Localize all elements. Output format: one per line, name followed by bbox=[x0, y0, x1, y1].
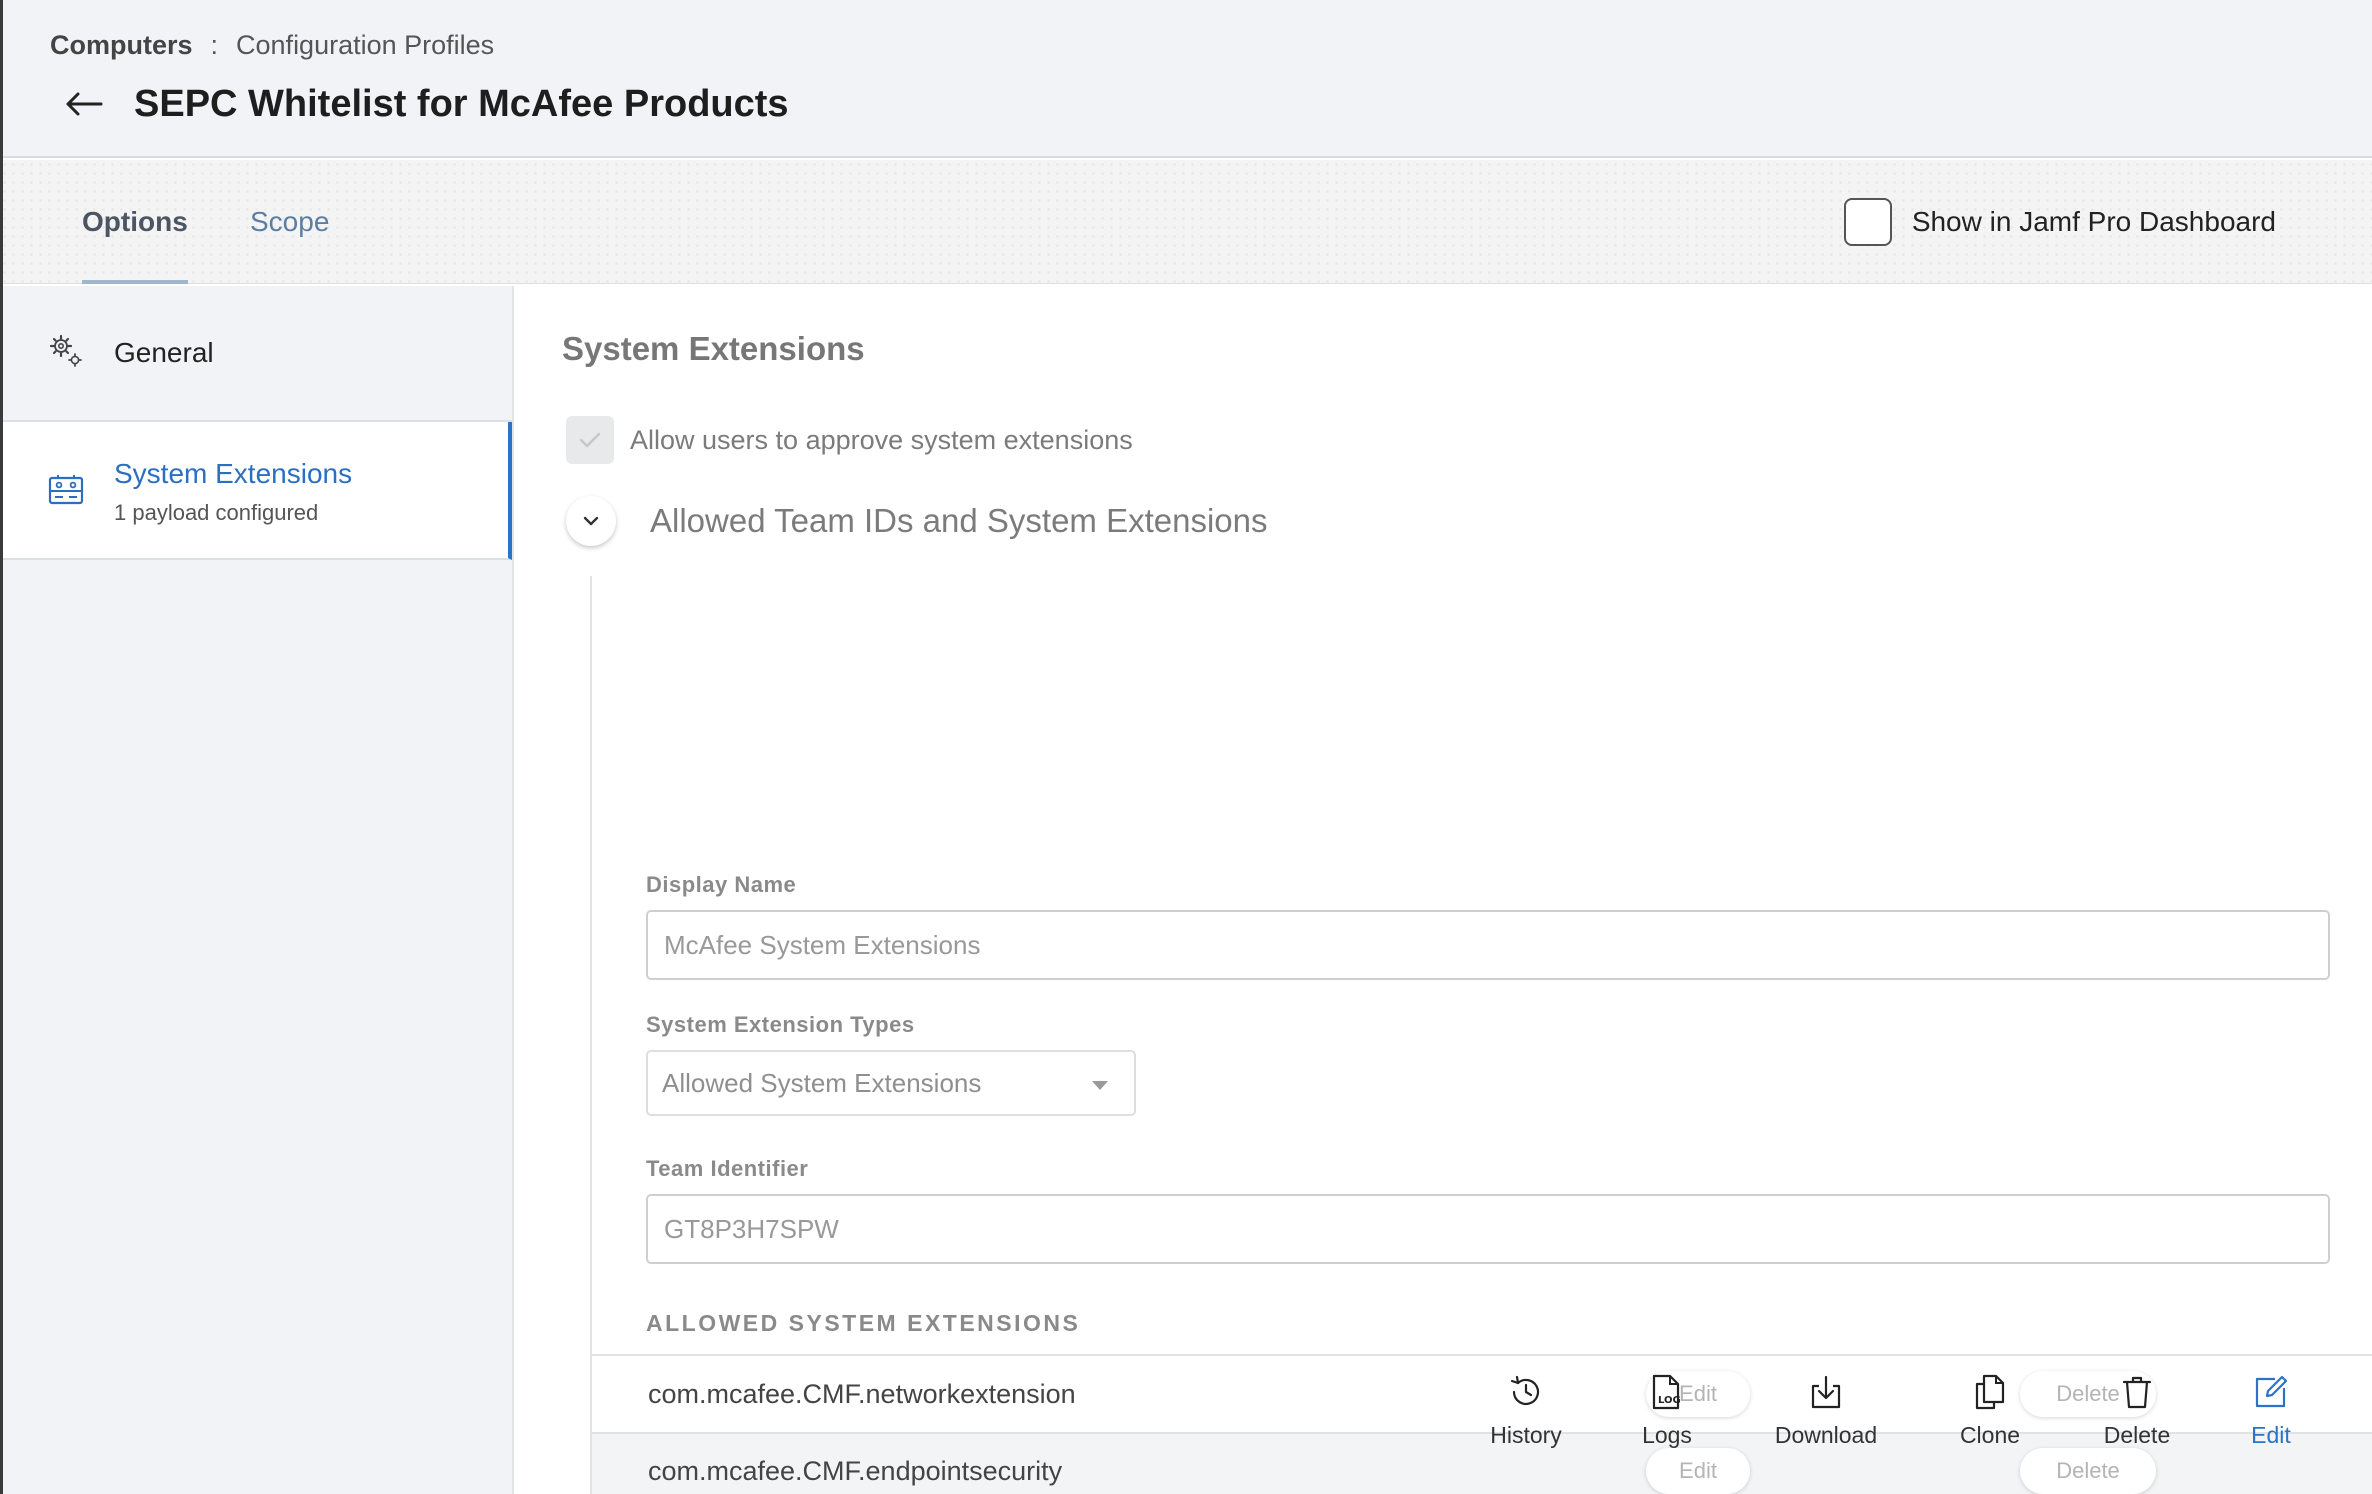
clone-icon bbox=[1972, 1370, 2008, 1414]
payload-sidebar: General System Extensions 1 payload conf… bbox=[0, 286, 514, 1494]
trash-icon bbox=[2121, 1370, 2153, 1414]
section-title: System Extensions bbox=[562, 330, 865, 367]
edit-button[interactable]: Edit bbox=[2250, 1370, 2292, 1449]
tab-scope[interactable]: Scope bbox=[250, 160, 329, 284]
download-label: Download bbox=[1774, 1422, 1878, 1448]
allowed-team-ids-title: Allowed Team IDs and System Extensions bbox=[650, 502, 1268, 539]
display-name-input[interactable]: McAfee System Extensions bbox=[646, 910, 2330, 980]
delete-button[interactable]: Delete bbox=[2101, 1370, 2173, 1449]
sidebar-item-general-label: General bbox=[114, 337, 214, 368]
tab-options[interactable]: Options bbox=[82, 160, 188, 284]
sidebar-item-system-extensions-texts: System Extensions 1 payload configured bbox=[114, 458, 352, 526]
active-tab-underline bbox=[82, 280, 188, 284]
chevron-down-icon bbox=[583, 516, 599, 526]
page-title: SEPC Whitelist for McAfee Products bbox=[134, 82, 789, 125]
history-button[interactable]: History bbox=[1488, 1370, 1564, 1449]
extension-types-select[interactable]: Allowed System Extensions bbox=[646, 1050, 1136, 1116]
tab-scope-label: Scope bbox=[250, 206, 330, 237]
display-name-label: Display Name bbox=[646, 872, 797, 897]
download-button[interactable]: Download bbox=[1772, 1370, 1880, 1449]
payload-count-label: 1 payload configured bbox=[114, 500, 319, 525]
history-icon bbox=[1508, 1370, 1544, 1414]
edit-icon bbox=[2253, 1370, 2289, 1414]
tab-bar: Options Scope Show in Jamf Pro Dashboard bbox=[0, 160, 2372, 284]
show-in-dashboard-checkbox[interactable] bbox=[1843, 198, 1892, 246]
sidebar-item-general[interactable]: General bbox=[0, 286, 512, 422]
clone-button[interactable]: Clone bbox=[1958, 1370, 2022, 1449]
svg-text:LOG: LOG bbox=[1658, 1395, 1681, 1406]
tab-options-label: Options bbox=[82, 206, 188, 237]
breadcrumb: Computers : Configuration Profiles bbox=[50, 30, 494, 61]
history-label: History bbox=[1490, 1422, 1562, 1448]
team-identifier-input[interactable]: GT8P3H7SPW bbox=[646, 1194, 2330, 1264]
download-icon bbox=[1809, 1370, 1843, 1414]
gear-icon bbox=[48, 333, 84, 374]
sidebar-item-system-extensions-label: System Extensions bbox=[114, 458, 353, 489]
team-identifier-label: Team Identifier bbox=[646, 1156, 809, 1181]
allowed-system-extensions-header: ALLOWED SYSTEM EXTENSIONS bbox=[646, 1310, 1081, 1336]
show-in-dashboard-toggle[interactable]: Show in Jamf Pro Dashboard bbox=[1843, 198, 2276, 246]
title-row: SEPC Whitelist for McAfee Products bbox=[60, 80, 789, 128]
extension-types-label: System Extension Types bbox=[646, 1012, 915, 1037]
logs-icon: LOG bbox=[1650, 1370, 1684, 1414]
allowed-team-ids-group: Display Name McAfee System Extensions Sy… bbox=[590, 576, 2372, 1494]
profile-action-bar: History LOG Logs Download Clone Delete E… bbox=[0, 1370, 2372, 1494]
page-header: Computers : Configuration Profiles SEPC … bbox=[0, 0, 2372, 158]
back-arrow-icon[interactable] bbox=[60, 80, 108, 128]
show-in-dashboard-label: Show in Jamf Pro Dashboard bbox=[1911, 206, 2276, 237]
system-extension-icon bbox=[48, 474, 84, 511]
clone-label: Clone bbox=[1959, 1422, 2021, 1448]
allowed-team-ids-header: Allowed Team IDs and System Extensions bbox=[566, 496, 1268, 546]
allow-users-approve-checkbox[interactable] bbox=[566, 416, 614, 464]
logs-label: Logs bbox=[1642, 1422, 1692, 1448]
breadcrumb-separator: : bbox=[210, 30, 219, 60]
payload-main: System Extensions Allow users to approve… bbox=[514, 286, 2372, 1494]
breadcrumb-configuration-profiles[interactable]: Configuration Profiles bbox=[236, 30, 494, 61]
edit-label: Edit bbox=[2251, 1422, 2291, 1448]
logs-button[interactable]: LOG Logs bbox=[1641, 1370, 1693, 1449]
window-left-edge bbox=[0, 0, 3, 1494]
breadcrumb-computers[interactable]: Computers bbox=[50, 30, 193, 61]
delete-label: Delete bbox=[2103, 1422, 2171, 1448]
dropdown-caret-icon bbox=[1092, 1081, 1108, 1090]
allow-users-approve-label: Allow users to approve system extensions bbox=[630, 424, 1133, 455]
collapse-toggle-button[interactable] bbox=[566, 496, 616, 546]
extension-types-value: Allowed System Extensions bbox=[662, 1067, 982, 1098]
sidebar-item-system-extensions[interactable]: System Extensions 1 payload configured bbox=[0, 422, 512, 560]
allow-users-approve-row: Allow users to approve system extensions bbox=[566, 416, 1133, 464]
